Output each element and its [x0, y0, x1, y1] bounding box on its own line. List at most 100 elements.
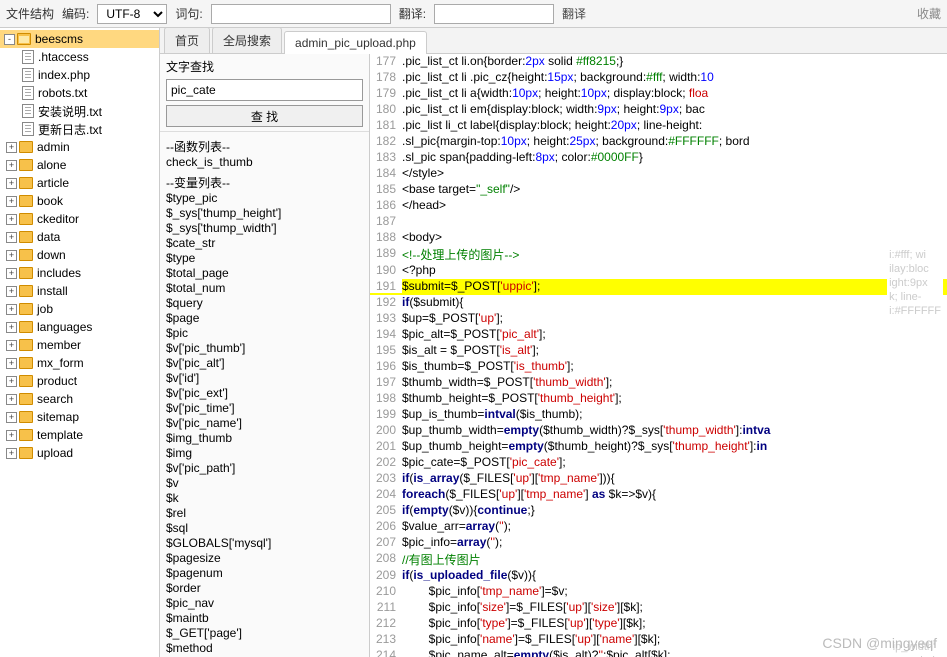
tree-folder[interactable]: +down: [0, 246, 159, 264]
var-item[interactable]: $sql: [166, 521, 363, 536]
code-line[interactable]: 187: [370, 214, 947, 230]
tree-folder[interactable]: +upload: [0, 444, 159, 462]
tab[interactable]: admin_pic_upload.php: [284, 31, 427, 54]
var-item[interactable]: $cate_str: [166, 236, 363, 251]
code-line[interactable]: 209if(is_uploaded_file($v)){: [370, 568, 947, 584]
var-item[interactable]: $img: [166, 446, 363, 461]
tab[interactable]: 全局搜索: [212, 28, 282, 53]
tree-file[interactable]: index.php: [0, 66, 159, 84]
var-item[interactable]: $GLOBALS['mysql']: [166, 536, 363, 551]
expand-icon[interactable]: +: [6, 250, 17, 261]
var-item[interactable]: $type: [166, 251, 363, 266]
code-line[interactable]: 181.pic_list li_ct label{display:block; …: [370, 118, 947, 134]
translate-button[interactable]: 翻译: [562, 5, 586, 22]
expand-icon[interactable]: +: [6, 232, 17, 243]
favorite-button[interactable]: 收藏: [917, 5, 941, 22]
var-item[interactable]: $v['pic_name']: [166, 416, 363, 431]
code-line[interactable]: 207$pic_info=array('');: [370, 535, 947, 551]
code-line[interactable]: 195$is_alt = $_POST['is_alt'];: [370, 343, 947, 359]
code-line[interactable]: 194$pic_alt=$_POST['pic_alt'];: [370, 327, 947, 343]
expand-icon[interactable]: +: [6, 214, 17, 225]
code-line[interactable]: 206$value_arr=array('');: [370, 519, 947, 535]
code-line[interactable]: 213 $pic_info['name']=$_FILES['up']['nam…: [370, 632, 947, 648]
code-line[interactable]: 212 $pic_info['type']=$_FILES['up']['typ…: [370, 616, 947, 632]
translate-input[interactable]: [434, 4, 554, 24]
var-item[interactable]: $v['pic_time']: [166, 401, 363, 416]
expand-icon[interactable]: +: [6, 178, 17, 189]
code-line[interactable]: 178.pic_list_ct li .pic_cz{height:15px; …: [370, 70, 947, 86]
var-item[interactable]: $v['id']: [166, 371, 363, 386]
var-item[interactable]: $_GET['page']: [166, 626, 363, 641]
code-line[interactable]: 199$up_is_thumb=intval($is_thumb);: [370, 407, 947, 423]
expand-icon[interactable]: +: [6, 286, 17, 297]
tab[interactable]: 首页: [164, 28, 210, 53]
code-line[interactable]: 211 $pic_info['size']=$_FILES['up']['siz…: [370, 600, 947, 616]
code-line[interactable]: 190<?php: [370, 263, 947, 279]
code-line[interactable]: 182.sl_pic{margin-top:10px; height:25px;…: [370, 134, 947, 150]
tree-folder[interactable]: +product: [0, 372, 159, 390]
tree-folder[interactable]: +sitemap: [0, 408, 159, 426]
symbol-list[interactable]: --函数列表--check_is_thumb--变量列表--$type_pic$…: [160, 132, 369, 657]
code-line[interactable]: 200$up_thumb_width=empty($thumb_width)?$…: [370, 423, 947, 439]
code-line[interactable]: 183.sl_pic span{padding-left:8px; color:…: [370, 150, 947, 166]
var-item[interactable]: $maintb: [166, 611, 363, 626]
code-line[interactable]: 203if(is_array($_FILES['up']['tmp_name']…: [370, 471, 947, 487]
code-line[interactable]: 196$is_thumb=$_POST['is_thumb'];: [370, 359, 947, 375]
expand-icon[interactable]: +: [6, 376, 17, 387]
tree-folder[interactable]: +book: [0, 192, 159, 210]
var-item[interactable]: $type_pic: [166, 191, 363, 206]
var-item[interactable]: $pic: [166, 326, 363, 341]
var-item[interactable]: $v['pic_thumb']: [166, 341, 363, 356]
var-item[interactable]: $pagenum: [166, 566, 363, 581]
code-line[interactable]: 189<!--处理上传的图片-->: [370, 246, 947, 263]
search-button[interactable]: 查 找: [166, 105, 363, 127]
encoding-select[interactable]: UTF-8: [97, 4, 167, 24]
var-item[interactable]: $rel: [166, 506, 363, 521]
tree-folder[interactable]: +search: [0, 390, 159, 408]
code-line[interactable]: 180.pic_list_ct li em{display:block; wid…: [370, 102, 947, 118]
expand-icon[interactable]: +: [6, 196, 17, 207]
tree-file[interactable]: 更新日志.txt: [0, 120, 159, 138]
code-line[interactable]: 186</head>: [370, 198, 947, 214]
code-line[interactable]: 202$pic_cate=$_POST['pic_cate'];: [370, 455, 947, 471]
code-line[interactable]: 198$thumb_height=$_POST['thumb_height'];: [370, 391, 947, 407]
var-item[interactable]: $v['pic_ext']: [166, 386, 363, 401]
expand-icon[interactable]: +: [6, 304, 17, 315]
tree-file[interactable]: 安装说明.txt: [0, 102, 159, 120]
var-item[interactable]: $_sys['thump_width']: [166, 221, 363, 236]
code-line[interactable]: 184</style>: [370, 166, 947, 182]
var-item[interactable]: $total_page: [166, 266, 363, 281]
tree-folder[interactable]: +ckeditor: [0, 210, 159, 228]
code-line[interactable]: 204foreach($_FILES['up']['tmp_name'] as …: [370, 487, 947, 503]
tree-folder[interactable]: +install: [0, 282, 159, 300]
tree-folder[interactable]: +job: [0, 300, 159, 318]
code-line[interactable]: 179.pic_list_ct li a{width:10px; height:…: [370, 86, 947, 102]
var-item[interactable]: $order: [166, 581, 363, 596]
tree-folder[interactable]: +template: [0, 426, 159, 444]
var-item[interactable]: $v['pic_path']: [166, 461, 363, 476]
expand-icon[interactable]: +: [6, 448, 17, 459]
tree-folder[interactable]: +mx_form: [0, 354, 159, 372]
code-line[interactable]: 197$thumb_width=$_POST['thumb_width'];: [370, 375, 947, 391]
tree-folder[interactable]: +languages: [0, 318, 159, 336]
var-item[interactable]: $pagesize: [166, 551, 363, 566]
code-line[interactable]: 214 $pic_name_alt=empty($is_alt)?'':$pic…: [370, 648, 947, 657]
expand-icon[interactable]: +: [6, 430, 17, 441]
expand-icon[interactable]: +: [6, 358, 17, 369]
expand-icon[interactable]: +: [6, 160, 17, 171]
code-line[interactable]: 193$up=$_POST['up'];: [370, 311, 947, 327]
code-line[interactable]: 192if($submit){: [370, 295, 947, 311]
query-input[interactable]: [211, 4, 391, 24]
code-line[interactable]: 177.pic_list_ct li.on{border:2px solid #…: [370, 54, 947, 70]
code-line[interactable]: 188<body>: [370, 230, 947, 246]
expand-icon[interactable]: +: [6, 412, 17, 423]
var-item[interactable]: $page: [166, 311, 363, 326]
collapse-icon[interactable]: -: [4, 34, 15, 45]
var-item[interactable]: $img_thumb: [166, 431, 363, 446]
code-line[interactable]: 185<base target="_self"/>: [370, 182, 947, 198]
expand-icon[interactable]: +: [6, 322, 17, 333]
var-item[interactable]: $k: [166, 491, 363, 506]
tree-folder[interactable]: +alone: [0, 156, 159, 174]
var-item[interactable]: $v: [166, 476, 363, 491]
var-item[interactable]: $_sys['thump_height']: [166, 206, 363, 221]
